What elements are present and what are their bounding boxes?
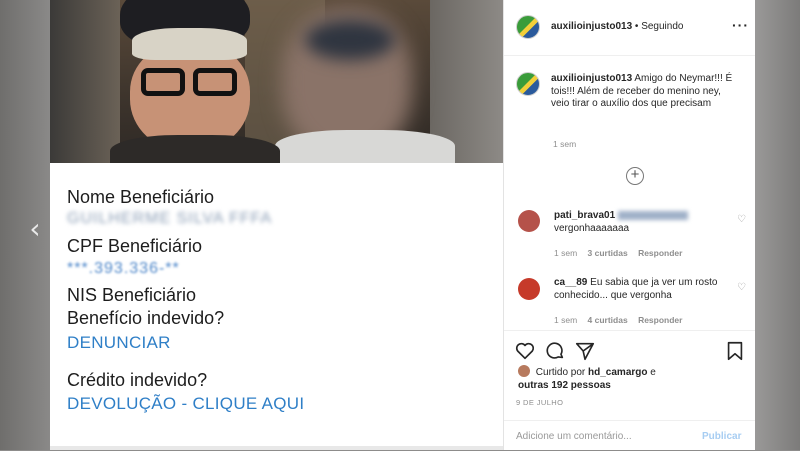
post-date: 9 DE JULHO xyxy=(516,398,564,407)
heart-icon[interactable] xyxy=(514,340,536,362)
denunciar-link[interactable]: DENUNCIAR xyxy=(67,333,171,353)
small-heart-icon[interactable]: ♡ xyxy=(737,282,746,293)
liker-username[interactable]: hd_camargo xyxy=(588,367,647,378)
caption-username[interactable]: auxilioinjusto013 xyxy=(551,73,632,84)
comment-meta: 1 sem 4 curtidas Responder xyxy=(554,315,683,325)
comment-input[interactable]: Adicione um comentário... xyxy=(516,431,632,442)
backdrop-right xyxy=(755,0,800,450)
comment-meta: 1 sem 3 curtidas Responder xyxy=(554,248,683,258)
caption-time: 1 sem xyxy=(553,139,577,149)
profile-avatar[interactable] xyxy=(516,15,540,39)
liker-avatar xyxy=(518,365,530,377)
post-photo xyxy=(50,0,503,163)
glasses xyxy=(135,68,245,98)
comment-icon[interactable] xyxy=(544,340,566,362)
comment-likes[interactable]: 3 curtidas xyxy=(588,248,628,258)
small-heart-icon[interactable]: ♡ xyxy=(737,214,746,225)
bookmark-icon[interactable] xyxy=(724,340,746,362)
nome-label: Nome Beneficiário xyxy=(67,187,215,207)
blurred-mention xyxy=(617,210,688,220)
comment-likes[interactable]: 4 curtidas xyxy=(588,315,628,325)
comment-avatar[interactable] xyxy=(518,278,540,300)
comment-text: pati_brava01 vergonhaaaaaaa xyxy=(554,210,734,235)
nome-value: GUILHERME SILVA FFFA xyxy=(67,210,273,227)
follow-status[interactable]: • Seguindo xyxy=(635,21,684,32)
share-icon[interactable] xyxy=(574,340,596,362)
plus-circle-icon[interactable]: + xyxy=(626,167,644,185)
cpf-value: ***.393.336-** xyxy=(67,260,180,277)
reply-button[interactable]: Responder xyxy=(638,315,682,325)
comment-avatar[interactable] xyxy=(518,210,540,232)
post-side-panel: auxilioinjusto013 • Seguindo ··· auxilio… xyxy=(503,0,755,450)
comment-username[interactable]: ca__89 xyxy=(554,277,587,288)
likes-count-link[interactable]: outras 192 pessoas xyxy=(518,380,611,391)
post-actions: Curtido por hd_camargo e outras 192 pess… xyxy=(504,330,755,421)
comment-text: ca__89 Eu sabia que ja ver um rosto conh… xyxy=(554,277,718,301)
nis-label: NIS Beneficiário xyxy=(67,285,197,305)
username-link[interactable]: auxilioinjusto013 xyxy=(551,21,632,32)
cpf-label: CPF Beneficiário xyxy=(67,236,203,256)
caption: auxilioinjusto013 Amigo do Neymar!!! É t… xyxy=(551,73,741,111)
more-icon[interactable]: ··· xyxy=(732,17,749,33)
beneficio-label: Benefício indevido? xyxy=(67,308,225,328)
add-comment-bar: Adicione um comentário... Publicar xyxy=(504,420,755,451)
devolucao-link[interactable]: DEVOLUÇÃO - CLIQUE AQUI xyxy=(67,394,304,414)
publish-button[interactable]: Publicar xyxy=(702,431,741,442)
reply-button[interactable]: Responder xyxy=(638,248,682,258)
caption-avatar[interactable] xyxy=(516,72,540,96)
post-header: auxilioinjusto013 • Seguindo ··· xyxy=(504,0,755,56)
comment-username[interactable]: pati_brava01 xyxy=(554,210,615,221)
credito-label: Crédito indevido? xyxy=(67,370,208,390)
previous-arrow-icon[interactable]: ‹ xyxy=(24,214,46,244)
liked-by: Curtido por hd_camargo e outras 192 pess… xyxy=(518,365,656,391)
beneficiary-form: Nome Beneficiário GUILHERME SILVA FFFA C… xyxy=(50,163,503,450)
